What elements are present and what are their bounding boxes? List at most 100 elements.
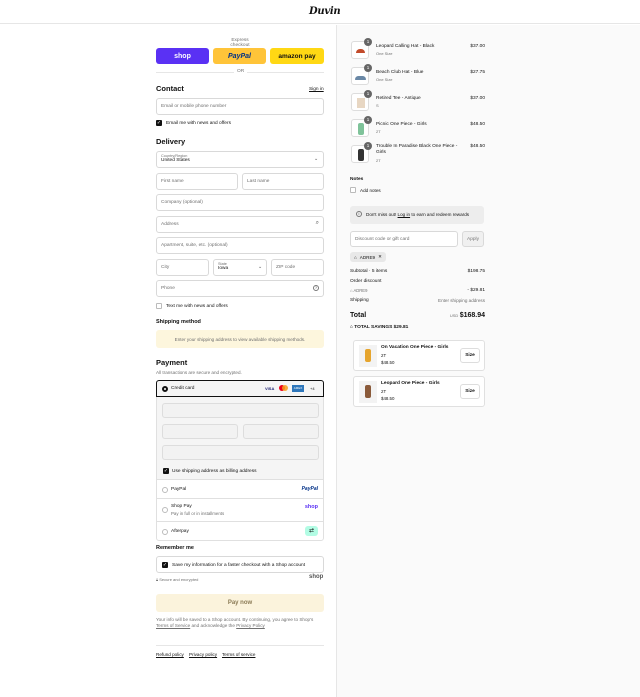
phone-placeholder: Phone [161, 286, 175, 291]
afterpay-option[interactable]: Afterpay ⇄ [156, 521, 324, 541]
upsell-variant: 2T [381, 353, 387, 358]
login-link[interactable]: Log in [398, 212, 411, 217]
shop-pay-radio[interactable] [162, 507, 168, 513]
add-notes-checkbox[interactable] [350, 187, 356, 193]
card-form: ✓ Use shipping address as billing addres… [156, 397, 324, 479]
last-name-field[interactable]: Last name [242, 173, 324, 190]
first-name-field[interactable]: First name [156, 173, 238, 190]
upsell-price: $48.50 [381, 396, 395, 401]
swimsuit-icon [358, 123, 364, 135]
security-code-field[interactable] [243, 424, 319, 439]
shipping-method-title: Shipping method [156, 319, 201, 325]
chevron-down-icon: ⌄ [313, 157, 318, 162]
brand-logo[interactable]: Duvin [309, 6, 341, 17]
address-field[interactable]: Address ⌕ [156, 216, 324, 233]
product-thumbnail: 1 [351, 116, 372, 137]
upsell-card: On Vacation One Piece - Girls 2T $48.50 … [353, 340, 485, 371]
credit-card-option[interactable]: Credit card VISA AMEX +4 [156, 380, 324, 397]
apply-button[interactable]: Apply [462, 231, 484, 247]
news-checkbox[interactable]: ✓ [156, 120, 162, 126]
rewards-text: Don't miss out! Log in to earn and redee… [366, 212, 469, 217]
phone-field[interactable]: Phone ? [156, 280, 324, 297]
checkout-form: Express checkout shop PayPal amazon pay … [0, 25, 336, 697]
rewards-post: to earn and redeem rewards [411, 212, 470, 217]
discount-code-input[interactable]: Discount code or gift card [350, 231, 458, 247]
country-select[interactable]: Country/Region United States ⌄ [156, 151, 324, 168]
hat-icon [356, 49, 365, 53]
remember-me-box: ✓ Save my information for a faster check… [156, 556, 324, 573]
privacy-link[interactable]: Privacy Policy [236, 623, 265, 628]
item-price: $37.00 [470, 96, 485, 101]
quantity-badge: 1 [364, 64, 372, 72]
product-thumbnail: 1 [351, 64, 372, 85]
footer-divider [156, 645, 324, 646]
size-button[interactable]: Size [460, 348, 480, 363]
quantity-badge: 1 [364, 142, 372, 150]
order-summary: 1 Leopard Calling Hat - Black One Size $… [336, 25, 640, 697]
terms-link[interactable]: Terms of Service [156, 623, 190, 628]
shop-pay-option[interactable]: Shop Pay Pay in full or in installments … [156, 498, 324, 522]
text-news-checkbox[interactable] [156, 303, 162, 309]
shop-logo: shop [309, 574, 324, 580]
legal-text: Your info will be saved to a Shop accoun… [156, 617, 326, 629]
credit-card-radio[interactable] [162, 386, 168, 392]
sign-in-link[interactable]: Sign in [309, 87, 324, 92]
paypal-option[interactable]: PayPal PayPal [156, 479, 324, 499]
tag-icon: ⌂ [354, 254, 357, 260]
quantity-badge: 1 [364, 116, 372, 124]
swimsuit-icon [365, 385, 371, 398]
terms-of-service-link[interactable]: Terms of service [222, 652, 255, 657]
hat-icon [355, 76, 366, 80]
size-button[interactable]: Size [460, 384, 480, 399]
privacy-policy-link[interactable]: Privacy policy [189, 652, 217, 657]
afterpay-radio[interactable] [162, 529, 168, 535]
shop-pay-button[interactable]: shop [156, 48, 209, 64]
search-icon: ⌕ [315, 220, 319, 226]
quantity-badge: 1 [364, 38, 372, 46]
shipping-value: Enter shipping address [438, 298, 485, 303]
paypal-option-label: PayPal [171, 487, 187, 492]
swimsuit-icon [365, 349, 371, 362]
total-value: $168.94 [459, 312, 485, 319]
refund-policy-link[interactable]: Refund policy [156, 652, 184, 657]
item-variant: S [376, 103, 379, 108]
amex-icon: AMEX [292, 385, 304, 392]
state-select[interactable]: State Iowa ⌄ [213, 259, 267, 276]
more-cards-badge: +4 [310, 386, 315, 391]
product-thumbnail: 1 [351, 142, 372, 163]
email-field[interactable]: Email or mobile phone number [156, 98, 324, 115]
apartment-field[interactable]: Apartment, suite, etc. (optional) [156, 237, 324, 254]
product-thumbnail [359, 345, 377, 367]
contact-title: Contact [156, 84, 184, 93]
secure-note: 🔒︎ Secure and encrypted [156, 577, 198, 582]
add-notes-label: Add notes [360, 188, 381, 193]
city-field[interactable]: City [156, 259, 209, 276]
or-divider-label: OR [234, 69, 248, 74]
applied-discount-code: ADRE9 [353, 288, 368, 293]
pay-now-button[interactable]: Pay now [156, 594, 324, 612]
save-info-checkbox[interactable]: ✓ [162, 562, 168, 568]
help-icon[interactable]: ? [313, 285, 319, 291]
text-news-label: Text me with news and offers [166, 304, 228, 309]
shipping-notice: Enter your shipping address to view avai… [156, 330, 324, 348]
subtotal-value: $198.75 [467, 269, 485, 274]
paypal-radio[interactable] [162, 487, 168, 493]
paypal-label: PayPal [228, 52, 251, 60]
discount-tag-code: ADRE9 [359, 254, 376, 260]
expiry-field[interactable] [162, 424, 238, 439]
remove-discount-icon[interactable]: ✕ [378, 254, 382, 260]
upsell-variant: 2T [381, 389, 387, 394]
billing-same-checkbox[interactable]: ✓ [163, 468, 169, 474]
amazon-pay-button[interactable]: amazon pay [270, 48, 324, 64]
tee-icon [357, 98, 365, 108]
company-field[interactable]: Company (optional) [156, 194, 324, 211]
billing-same-label: Use shipping address as billing address [172, 469, 257, 474]
order-discount-label: Order discount [350, 279, 382, 284]
paypal-button[interactable]: PayPal [213, 48, 266, 64]
item-variant: 2T [376, 158, 381, 163]
zip-field[interactable]: ZIP code [271, 259, 324, 276]
card-number-field[interactable] [162, 403, 319, 418]
name-on-card-field[interactable] [162, 445, 319, 460]
paypal-logo: PayPal [301, 486, 318, 492]
discount-code-line: ⌂ ADRE9 [350, 288, 367, 293]
